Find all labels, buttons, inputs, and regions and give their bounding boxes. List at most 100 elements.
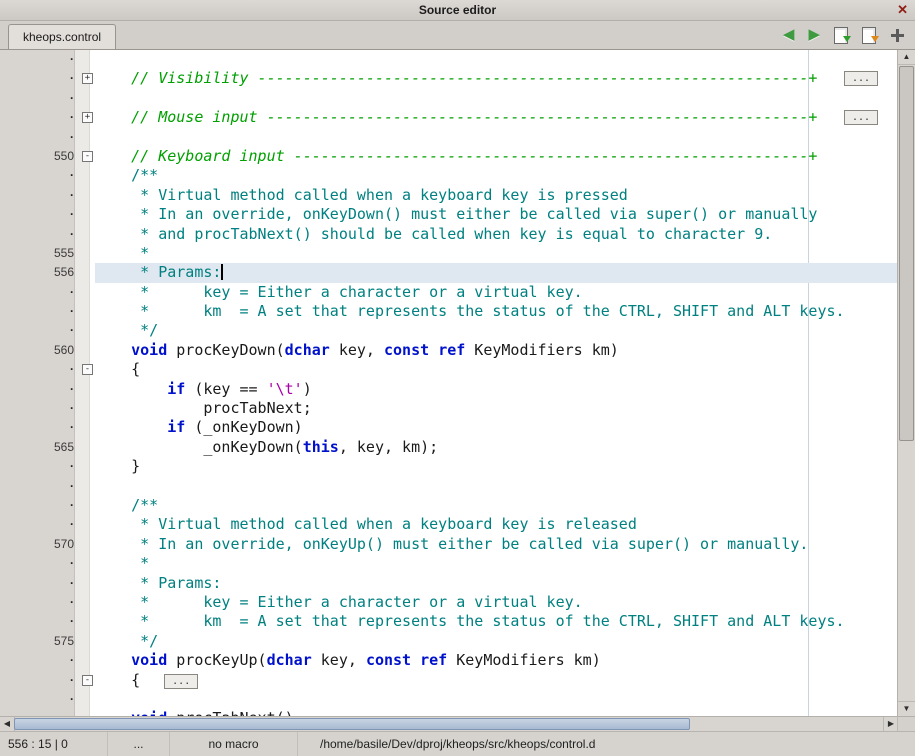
tab-kheops-control[interactable]: kheops.control: [8, 24, 116, 49]
code-line[interactable]: · * and procTabNext() should be called w…: [0, 225, 898, 244]
code-line[interactable]: · /**: [0, 496, 898, 515]
scroll-up-icon[interactable]: ▲: [898, 50, 915, 65]
folded-block-icon[interactable]: ...: [844, 71, 878, 86]
code-text[interactable]: *: [95, 554, 898, 573]
titlebar[interactable]: Source editor ✕: [0, 0, 915, 21]
fold-collapse-icon[interactable]: -: [82, 151, 93, 162]
editor-area[interactable]: ··+ // Visibility ----------------------…: [0, 50, 915, 716]
vertical-scroll-thumb[interactable]: [899, 66, 914, 441]
code-line[interactable]: · * km = A set that represents the statu…: [0, 612, 898, 631]
code-text[interactable]: procTabNext;: [95, 399, 898, 418]
scroll-left-icon[interactable]: ◀: [0, 717, 15, 731]
nav-back-icon[interactable]: ◀: [783, 27, 795, 43]
horizontal-scrollbar[interactable]: ◀ ▶: [0, 716, 915, 731]
code-line[interactable]: ·: [0, 128, 898, 147]
code-text[interactable]: [95, 477, 898, 496]
folded-block-icon[interactable]: ...: [844, 110, 878, 125]
code-text[interactable]: *: [95, 244, 898, 263]
fold-collapse-icon[interactable]: -: [82, 675, 93, 686]
code-line[interactable]: ·- {: [0, 360, 898, 379]
code-text[interactable]: * In an override, onKeyDown() must eithe…: [95, 205, 898, 224]
code-line[interactable]: 560 void procKeyDown(dchar key, const re…: [0, 341, 898, 360]
fold-collapse-icon[interactable]: -: [82, 364, 93, 375]
scroll-right-icon[interactable]: ▶: [883, 717, 898, 731]
code-text[interactable]: * km = A set that represents the status …: [95, 612, 898, 631]
code-line[interactable]: · */: [0, 321, 898, 340]
code-text[interactable]: if (_onKeyDown): [95, 418, 898, 437]
code-text[interactable]: // Visibility --------------------------…: [95, 69, 898, 88]
code-line[interactable]: ·+ // Visibility -----------------------…: [0, 69, 898, 88]
code-text[interactable]: [95, 50, 898, 69]
code-text[interactable]: // Keyboard input ----------------------…: [95, 147, 898, 166]
code-text[interactable]: }: [95, 457, 898, 476]
code-line[interactable]: 556 * Params:: [0, 263, 898, 282]
code-text[interactable]: {...: [95, 671, 898, 690]
code-line[interactable]: · if (key == '\t'): [0, 380, 898, 399]
code-text[interactable]: void procKeyDown(dchar key, const ref Ke…: [95, 341, 898, 360]
code-text[interactable]: {: [95, 360, 898, 379]
close-window-icon[interactable]: ✕: [897, 2, 908, 18]
code-text[interactable]: [95, 89, 898, 108]
fold-expand-icon[interactable]: +: [82, 112, 93, 123]
code-line[interactable]: · * Virtual method called when a keyboar…: [0, 515, 898, 534]
code-text[interactable]: void procKeyUp(dchar key, const ref KeyM…: [95, 651, 898, 670]
code-text[interactable]: void procTabNext(): [95, 709, 898, 716]
code-text[interactable]: [95, 128, 898, 147]
code-text[interactable]: /**: [95, 166, 898, 185]
code-text[interactable]: /**: [95, 496, 898, 515]
folded-block-icon[interactable]: ...: [164, 674, 198, 689]
code-line[interactable]: · }: [0, 457, 898, 476]
code-text[interactable]: * and procTabNext() should be called whe…: [95, 225, 898, 244]
code-line[interactable]: ·: [0, 690, 898, 709]
code-text[interactable]: * key = Either a character or a virtual …: [95, 283, 898, 302]
code-line[interactable]: 565 _onKeyDown(this, key, km);: [0, 438, 898, 457]
code-text[interactable]: */: [95, 632, 898, 651]
code-line[interactable]: · *: [0, 554, 898, 573]
code-text[interactable]: // Mouse input -------------------------…: [95, 108, 898, 127]
code-text[interactable]: * Virtual method called when a keyboard …: [95, 515, 898, 534]
horizontal-scroll-thumb[interactable]: [14, 718, 690, 730]
code-line[interactable]: 575 */: [0, 632, 898, 651]
code-text[interactable]: * Params:: [95, 263, 898, 282]
fold-expand-icon[interactable]: +: [82, 73, 93, 84]
code-line[interactable]: ·- {...: [0, 671, 898, 690]
code-line[interactable]: ·+ // Mouse input ----------------------…: [0, 108, 898, 127]
window-title: Source editor: [419, 3, 496, 17]
code-line[interactable]: ·: [0, 50, 898, 69]
code-text[interactable]: * In an override, onKeyUp() must either …: [95, 535, 898, 554]
code-text[interactable]: * key = Either a character or a virtual …: [95, 593, 898, 612]
code-text[interactable]: if (key == '\t'): [95, 380, 898, 399]
code-line[interactable]: · /**: [0, 166, 898, 185]
code-line[interactable]: · * km = A set that represents the statu…: [0, 302, 898, 321]
vertical-scrollbar[interactable]: ▲ ▼: [897, 50, 915, 716]
scroll-down-icon[interactable]: ▼: [898, 701, 915, 716]
code-line[interactable]: · * In an override, onKeyDown() must eit…: [0, 205, 898, 224]
document-green-arrow-icon[interactable]: [834, 27, 848, 44]
code-text[interactable]: * Virtual method called when a keyboard …: [95, 186, 898, 205]
code-line[interactable]: 550- // Keyboard input -----------------…: [0, 147, 898, 166]
code-line[interactable]: ·: [0, 89, 898, 108]
code-text[interactable]: _onKeyDown(this, key, km);: [95, 438, 898, 457]
code-line[interactable]: · void procKeyUp(dchar key, const ref Ke…: [0, 651, 898, 670]
code-line[interactable]: 555 *: [0, 244, 898, 263]
move-cross-icon[interactable]: [890, 28, 905, 43]
nav-forward-icon[interactable]: ▶: [808, 27, 820, 43]
code-line[interactable]: · * Params:: [0, 574, 898, 593]
line-marker-dot: ·: [10, 50, 80, 69]
code-text[interactable]: */: [95, 321, 898, 340]
code-line[interactable]: 570 * In an override, onKeyUp() must eit…: [0, 535, 898, 554]
code-text[interactable]: [95, 690, 898, 709]
code-line[interactable]: · procTabNext;: [0, 399, 898, 418]
code-line[interactable]: · * key = Either a character or a virtua…: [0, 283, 898, 302]
code-text[interactable]: * km = A set that represents the status …: [95, 302, 898, 321]
document-orange-arrow-icon[interactable]: [862, 27, 876, 44]
code-line[interactable]: · void procTabNext(): [0, 709, 898, 716]
code-line[interactable]: ·: [0, 477, 898, 496]
token: procKeyUp(: [167, 651, 266, 669]
code-line[interactable]: · * key = Either a character or a virtua…: [0, 593, 898, 612]
code-lines[interactable]: ··+ // Visibility ----------------------…: [0, 50, 898, 716]
code-line[interactable]: · * Virtual method called when a keyboar…: [0, 186, 898, 205]
token: const: [384, 341, 429, 359]
code-text[interactable]: * Params:: [95, 574, 898, 593]
code-line[interactable]: · if (_onKeyDown): [0, 418, 898, 437]
